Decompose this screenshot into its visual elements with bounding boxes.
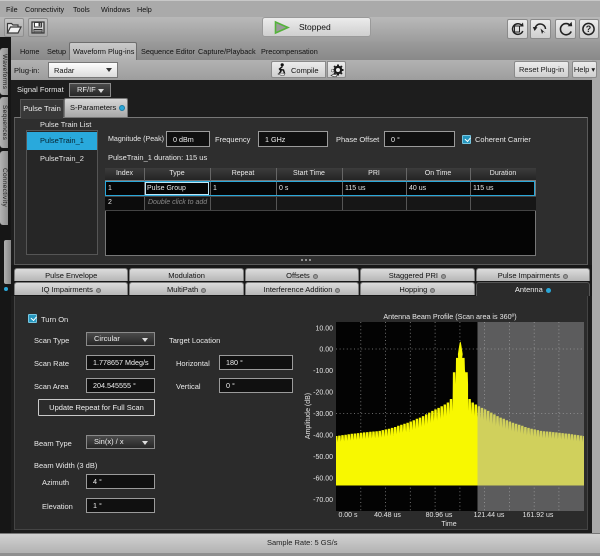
svg-text:-60.00: -60.00 [313, 476, 333, 483]
svg-text:40.48 us: 40.48 us [374, 512, 401, 519]
svg-text:121.44 us: 121.44 us [474, 512, 505, 519]
svg-text:?: ? [586, 24, 592, 34]
svg-text:Antenna Beam Profile (Scan are: Antenna Beam Profile (Scan area is 360º) [383, 312, 516, 321]
svg-text:Amplitude (dB): Amplitude (dB) [305, 393, 312, 439]
svg-text:-10.00: -10.00 [313, 368, 333, 375]
svg-text:-40.00: -40.00 [313, 433, 333, 440]
svg-text:-20.00: -20.00 [313, 390, 333, 397]
svg-text:-50.00: -50.00 [313, 454, 333, 461]
svg-text:80.96 us: 80.96 us [426, 512, 453, 519]
svg-text:Time: Time [441, 521, 456, 528]
svg-text:-70.00: -70.00 [313, 497, 333, 504]
svg-text:0.00: 0.00 [319, 347, 333, 354]
svg-text:161.92 us: 161.92 us [523, 512, 554, 519]
svg-text:0.00 s: 0.00 s [338, 512, 358, 519]
svg-text:10.00: 10.00 [315, 326, 333, 333]
svg-text:-30.00: -30.00 [313, 411, 333, 418]
